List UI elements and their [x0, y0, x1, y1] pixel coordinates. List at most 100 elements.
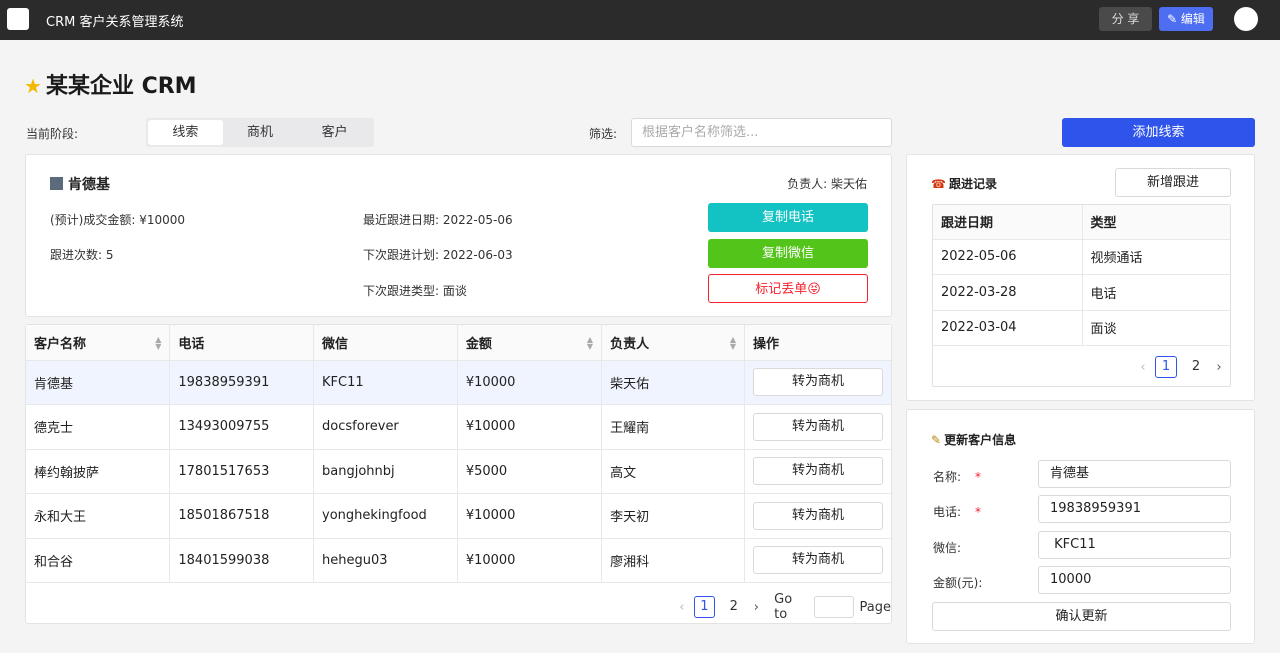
mark-lost-button[interactable]: 标记丢单😝	[708, 274, 868, 303]
amount-field[interactable]: 10000	[1038, 566, 1231, 594]
page-title: ★ 某某企业 CRM	[24, 68, 197, 100]
phone-field[interactable]: 19838959391	[1038, 495, 1231, 523]
page-button-2[interactable]: 2	[723, 596, 744, 618]
table-row[interactable]: 德克士 13493009755 docsforever ¥10000 王耀南 转…	[26, 404, 891, 450]
column-header-follow-date: 跟进日期	[933, 205, 1083, 240]
cell-owner: 高文	[601, 449, 745, 494]
user-avatar-icon[interactable]	[1234, 7, 1258, 31]
detail-owner: 负责人: 柴天佑	[787, 177, 867, 191]
cell-name: 棒约翰披萨	[26, 449, 171, 494]
column-header-owner-label: 负责人	[610, 336, 650, 352]
cell-wechat: docsforever	[313, 404, 458, 450]
column-header-phone: 电话	[169, 325, 315, 361]
cell-owner: 李天初	[601, 493, 745, 539]
column-header-name-label: 客户名称	[34, 336, 87, 352]
stage-option-opportunities[interactable]: 商机	[223, 120, 298, 145]
column-header-name[interactable]: 客户名称 ▲ ▼	[26, 325, 171, 361]
goto-page-input[interactable]	[814, 596, 854, 618]
confirm-update-button[interactable]: 确认更新	[932, 602, 1231, 631]
convert-to-opportunity-button[interactable]: 转为商机	[753, 412, 883, 441]
copy-phone-button[interactable]: 复制电话	[708, 203, 868, 232]
cell-phone: 18501867518	[169, 493, 315, 539]
detail-next-type: 下次跟进类型: 面谈	[363, 284, 467, 298]
column-header-follow-type: 类型	[1082, 205, 1230, 240]
convert-to-opportunity-button[interactable]: 转为商机	[753, 546, 883, 575]
cell-action: 转为商机	[744, 449, 891, 494]
customer-table-card: 客户名称 ▲ ▼ 电话 微信 金额 ▲ ▼ 负责人 ▲ ▼ 操作 肯德基 198389593…	[25, 324, 892, 624]
cell-phone: 17801517653	[169, 449, 315, 494]
page-button-2[interactable]: 2	[1185, 356, 1207, 378]
cell-name: 肯德基	[26, 360, 171, 405]
convert-to-opportunity-button[interactable]: 转为商机	[753, 501, 883, 530]
chevron-left-icon[interactable]: ‹	[1135, 360, 1151, 375]
star-icon: ★	[24, 74, 42, 98]
table-row[interactable]: 和合谷 18401599038 hehegu03 ¥10000 廖湘科 转为商机	[26, 538, 891, 583]
add-lead-button[interactable]: 添加线索	[1062, 118, 1255, 147]
cell-follow-date: 2022-03-04	[933, 310, 1083, 346]
sort-icon[interactable]: ▲ ▼	[730, 336, 736, 351]
phone-icon: ☎	[931, 177, 946, 191]
cell-name: 永和大王	[26, 493, 171, 539]
table-row[interactable]: 棒约翰披萨 17801517653 bangjohnbj ¥5000 高文 转为…	[26, 449, 891, 494]
column-header-owner[interactable]: 负责人 ▲ ▼	[601, 325, 745, 361]
cell-phone: 13493009755	[169, 404, 315, 450]
field-label-name: 名称: *	[933, 468, 981, 485]
table-row[interactable]: 肯德基 19838959391 KFC11 ¥10000 柴天佑 转为商机	[26, 360, 891, 405]
chevron-right-icon[interactable]: ›	[749, 600, 765, 615]
convert-to-opportunity-button[interactable]: 转为商机	[753, 368, 883, 397]
stage-segmented-control: 线索 商机 客户	[146, 118, 374, 147]
cell-wechat: KFC11	[313, 360, 458, 405]
cell-follow-date: 2022-03-28	[933, 274, 1083, 311]
follow-records-pagination: ‹ 1 2 ›	[1135, 356, 1227, 378]
wechat-field[interactable]: KFC11	[1038, 531, 1231, 559]
cell-owner: 柴天佑	[601, 360, 745, 405]
page-label: Page	[859, 599, 891, 615]
sort-icon[interactable]: ▲ ▼	[155, 336, 161, 351]
detail-last-follow: 最近跟进日期: 2022-05-06	[363, 213, 513, 227]
stage-option-customers[interactable]: 客户	[297, 120, 372, 145]
field-label-name-text: 名称:	[933, 470, 962, 484]
update-customer-title: ✎ 更新客户信息	[931, 431, 1016, 448]
name-field[interactable]: 肯德基	[1038, 460, 1231, 488]
column-header-amount[interactable]: 金额 ▲ ▼	[457, 325, 603, 361]
cell-action: 转为商机	[744, 404, 891, 450]
update-customer-card: ✎ 更新客户信息 名称: * 肯德基 电话: * 19838959391 微信: KF…	[906, 409, 1255, 644]
follow-records-title: ☎ 跟进记录	[931, 175, 997, 192]
chevron-left-icon[interactable]: ‹	[674, 600, 690, 615]
field-label-phone: 电话: *	[933, 503, 981, 520]
page-button-1[interactable]: 1	[1155, 356, 1177, 378]
chevron-right-icon[interactable]: ›	[1211, 360, 1227, 375]
follow-records-title-text: 跟进记录	[948, 177, 997, 191]
convert-to-opportunity-button[interactable]: 转为商机	[753, 457, 883, 486]
cell-wechat: yonghekingfood	[313, 493, 458, 539]
page-button-1[interactable]: 1	[693, 596, 716, 618]
top-bar: CRM 客户关系管理系统 分 享 ✎ 编辑	[0, 0, 1280, 40]
memo-icon: ✎	[931, 433, 942, 447]
cell-action: 转为商机	[744, 538, 891, 583]
field-label-phone-text: 电话:	[933, 505, 962, 519]
copy-wechat-button[interactable]: 复制微信	[708, 239, 868, 268]
update-customer-title-text: 更新客户信息	[944, 433, 1017, 447]
detail-customer-name-text: 肯德基	[68, 177, 110, 193]
stage-label: 当前阶段:	[26, 127, 79, 141]
cell-follow-type: 电话	[1082, 274, 1230, 311]
cell-follow-type: 面谈	[1082, 310, 1230, 346]
new-follow-button[interactable]: 新增跟进	[1115, 168, 1231, 197]
share-button[interactable]: 分 享	[1099, 7, 1152, 31]
cell-amount: ¥5000	[457, 449, 603, 494]
detail-follow-count: 跟进次数: 5	[50, 248, 114, 262]
field-label-wechat: 微信:	[933, 541, 962, 555]
field-label-amount: 金额(元):	[933, 576, 983, 590]
app-logo-icon[interactable]	[7, 8, 29, 30]
edit-button[interactable]: ✎ 编辑	[1159, 7, 1213, 31]
table-row[interactable]: 永和大王 18501867518 yonghekingfood ¥10000 李…	[26, 493, 891, 539]
cell-action: 转为商机	[744, 493, 891, 539]
column-header-amount-label: 金额	[465, 336, 492, 352]
stage-option-leads[interactable]: 线索	[148, 120, 223, 145]
sort-icon[interactable]: ▲ ▼	[587, 336, 593, 351]
filter-input[interactable]	[631, 118, 892, 147]
goto-label: Go to	[774, 592, 793, 622]
follow-records-card: ☎ 跟进记录 新增跟进 跟进日期 类型 2022-05-06 视频通话 2022-…	[906, 154, 1255, 401]
cell-phone: 19838959391	[169, 360, 315, 405]
cell-wechat: bangjohnbj	[313, 449, 458, 494]
